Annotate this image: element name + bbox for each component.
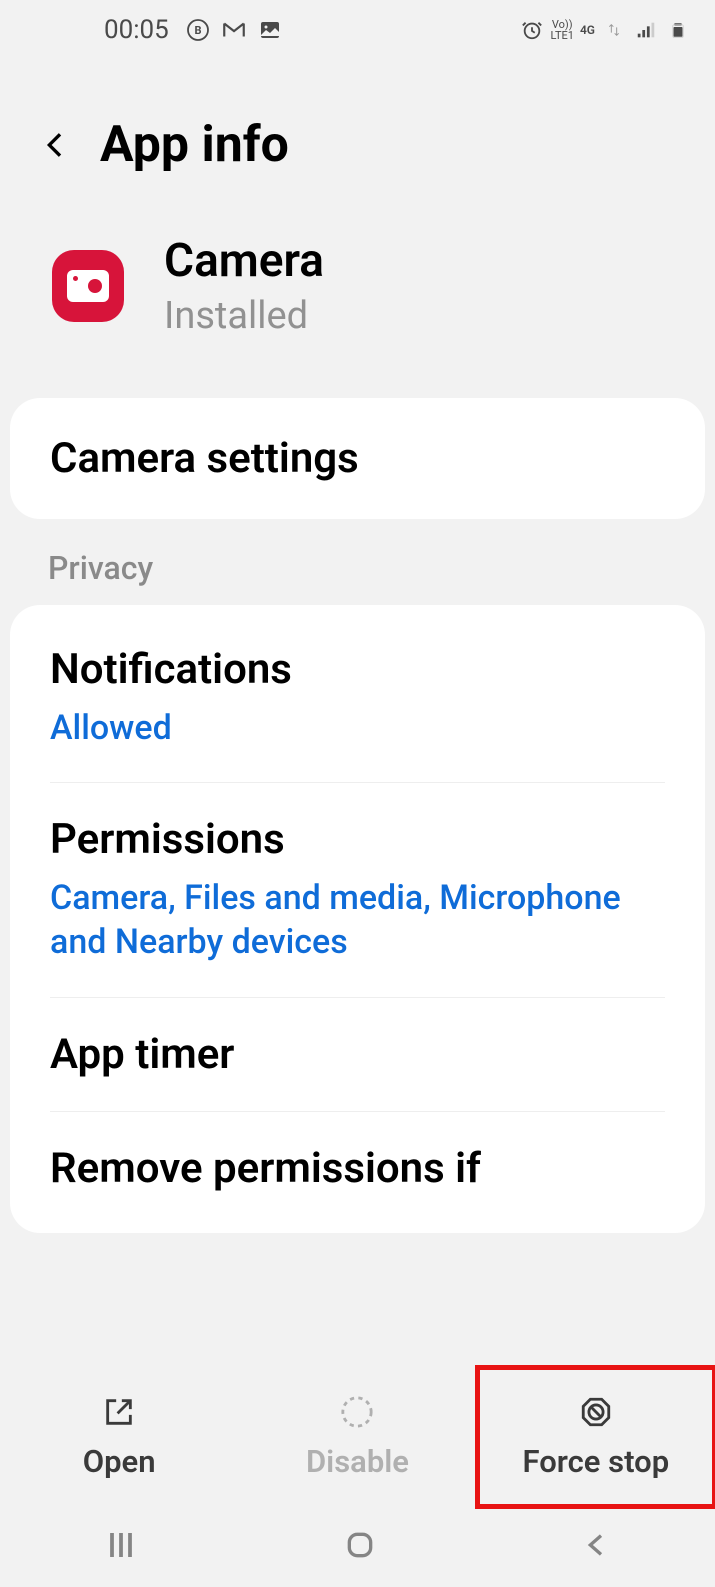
status-left: 00:05 B — [24, 15, 283, 45]
item-title: Notifications — [50, 645, 665, 694]
force-stop-icon — [579, 1395, 613, 1433]
page-header: App info — [0, 56, 715, 214]
status-right: Vo))LTE1 4G — [519, 17, 692, 43]
disable-icon — [340, 1395, 374, 1433]
app-timer-item[interactable]: App timer — [50, 998, 665, 1112]
chat-b-icon: B — [185, 17, 211, 43]
section-privacy: Privacy — [0, 519, 715, 605]
notifications-item[interactable]: Notifications Allowed — [50, 613, 665, 783]
action-label: Force stop — [522, 1443, 669, 1480]
open-button[interactable]: Open — [0, 1367, 238, 1507]
item-title: App timer — [50, 1030, 665, 1079]
recents-icon[interactable] — [103, 1527, 139, 1567]
privacy-card: Notifications Allowed Permissions Camera… — [10, 605, 705, 1233]
battery-icon — [665, 17, 691, 43]
item-value: Camera, Files and media, Microphone and … — [50, 876, 665, 964]
item-title: Remove permissions if — [50, 1144, 665, 1193]
open-icon — [102, 1395, 136, 1433]
bottom-action-bar: Open Disable Force stop — [0, 1367, 715, 1507]
system-nav-bar — [0, 1507, 715, 1587]
signal-icon — [633, 17, 659, 43]
item-title: Permissions — [50, 815, 665, 864]
status-time: 00:05 — [104, 15, 169, 45]
remove-permissions-item[interactable]: Remove permissions if — [50, 1112, 665, 1225]
item-value: Allowed — [50, 706, 665, 750]
setting-label: Camera settings — [50, 434, 665, 483]
app-summary: Camera Installed — [0, 214, 715, 398]
back-nav-icon[interactable] — [581, 1529, 613, 1565]
back-icon[interactable] — [40, 129, 72, 161]
status-bar: 00:05 B Vo))LT — [0, 0, 715, 56]
content-area[interactable]: App info Camera Installed Camera setting… — [0, 56, 715, 1367]
action-label: Disable — [306, 1443, 409, 1480]
home-icon[interactable] — [344, 1529, 376, 1565]
permissions-item[interactable]: Permissions Camera, Files and media, Mic… — [50, 783, 665, 997]
action-label: Open — [83, 1443, 156, 1480]
camera-settings-item[interactable]: Camera settings — [10, 398, 705, 519]
force-stop-button[interactable]: Force stop — [477, 1367, 715, 1507]
disable-button: Disable — [238, 1367, 476, 1507]
app-name: Camera — [164, 234, 324, 288]
network-indicator: 4G — [580, 23, 595, 37]
svg-text:B: B — [194, 24, 201, 37]
page-title: App info — [100, 116, 289, 174]
volte-indicator: Vo))LTE1 — [551, 19, 574, 41]
camera-app-icon — [52, 250, 124, 322]
app-status: Installed — [164, 294, 324, 338]
data-arrows-icon — [601, 17, 627, 43]
image-icon — [257, 17, 283, 43]
alarm-icon — [519, 17, 545, 43]
gmail-icon — [221, 17, 247, 43]
